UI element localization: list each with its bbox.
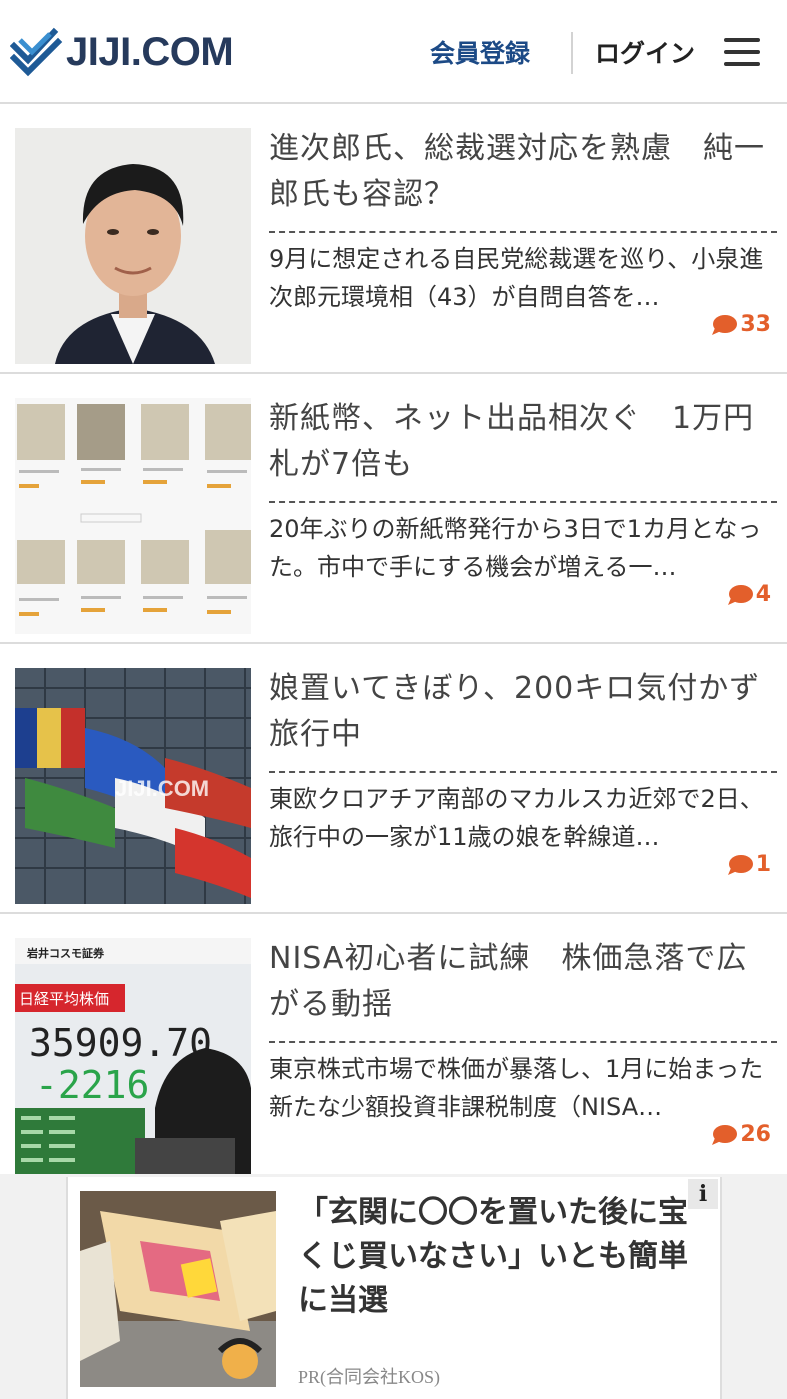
board-index-name: 日経平均株価 xyxy=(19,990,109,1008)
divider xyxy=(269,1041,777,1043)
article-item[interactable]: JIJI.COM 娘置いてきぼり、200キロ気付かず 旅行中 東欧クロアチア南部… xyxy=(0,644,787,914)
ad-headline[interactable]: 「玄関に〇〇を置いた後に宝くじ買いなさい」いとも簡単に当選 xyxy=(298,1191,708,1323)
header-divider xyxy=(571,32,573,74)
comment-count-value: 1 xyxy=(755,852,771,877)
ad-sponsor-label: PR(合同会社KOS) xyxy=(298,1367,441,1387)
article-title[interactable]: 娘置いてきぼり、200キロ気付かず 旅行中 xyxy=(269,666,787,758)
article-title[interactable]: 進次郎氏、総裁選対応を熟慮 純一郎氏も容認？ xyxy=(269,126,769,218)
sponsored-ad[interactable]: 「玄関に〇〇を置いた後に宝くじ買いなさい」いとも簡単に当選 PR(合同会社KOS… xyxy=(66,1177,722,1399)
site-logo[interactable]: JIJI.COM xyxy=(10,22,234,82)
divider xyxy=(269,771,777,773)
comment-count[interactable]: 26 xyxy=(711,1122,771,1147)
article-item[interactable]: 進次郎氏、総裁選対応を熟慮 純一郎氏も容認？ 9月に想定される自民党総裁選を巡り… xyxy=(0,104,787,374)
board-change: -2216 xyxy=(35,1063,149,1107)
lottery-tickets-photo-icon xyxy=(80,1191,276,1387)
portrait-photo-icon xyxy=(15,128,251,364)
site-header: JIJI.COM 会員登録 ログイン xyxy=(0,0,787,104)
divider xyxy=(269,231,777,233)
eu-flags-photo-icon: JIJI.COM xyxy=(15,668,251,904)
comment-count[interactable]: 1 xyxy=(727,852,771,877)
article-thumbnail[interactable]: JIJI.COM xyxy=(15,668,251,904)
register-link[interactable]: 会員登録 xyxy=(430,34,530,70)
article-thumbnail[interactable] xyxy=(15,128,251,364)
comment-count[interactable]: 33 xyxy=(711,312,771,337)
speech-bubble-icon xyxy=(712,314,738,335)
comment-count[interactable]: 4 xyxy=(727,582,771,607)
speech-bubble-icon xyxy=(727,854,753,875)
article-summary[interactable]: 東欧クロアチア南部のマカルスカ近郊で2日、旅行中の一家が11歳の娘を幹線道… xyxy=(269,780,781,856)
jiji-logo-icon xyxy=(10,27,63,77)
article-item[interactable]: 新紙幣、ネット出品相次ぐ 1万円札が7倍も 20年ぶりの新紙幣発行から3日で1カ… xyxy=(0,374,787,644)
article-item[interactable]: 岩井コスモ証券 日経平均株価 35909.70 -2216 NISA初心者に試練… xyxy=(0,914,787,1174)
stock-board-photo-icon: 岩井コスモ証券 日経平均株価 35909.70 -2216 xyxy=(15,938,251,1174)
hamburger-menu-icon[interactable] xyxy=(724,36,762,68)
logo-text: JIJI.COM xyxy=(66,29,234,74)
comment-count-value: 33 xyxy=(740,312,771,337)
login-link[interactable]: ログイン xyxy=(595,34,695,70)
banknote-listings-icon xyxy=(15,398,251,634)
article-title[interactable]: 新紙幣、ネット出品相次ぐ 1万円札が7倍も xyxy=(269,396,769,488)
comment-count-value: 26 xyxy=(740,1122,771,1147)
ad-image[interactable] xyxy=(80,1191,276,1387)
article-title[interactable]: NISA初心者に試練 株価急落で広がる動揺 xyxy=(269,936,769,1028)
comment-count-value: 4 xyxy=(755,582,771,607)
ad-info-icon[interactable]: i xyxy=(688,1179,718,1209)
ad-container: 「玄関に〇〇を置いた後に宝くじ買いなさい」いとも簡単に当選 PR(合同会社KOS… xyxy=(0,1174,787,1399)
article-summary[interactable]: 東京株式市場で株価が暴落し、1月に始まった新たな少額投資非課税制度（NISA… xyxy=(269,1050,781,1126)
speech-bubble-icon xyxy=(712,1124,738,1145)
article-thumbnail[interactable]: 岩井コスモ証券 日経平均株価 35909.70 -2216 xyxy=(15,938,251,1174)
article-summary[interactable]: 20年ぶりの新紙幣発行から3日で1カ月となった。市中で手にする機会が増える一… xyxy=(269,510,781,586)
speech-bubble-icon xyxy=(727,584,753,605)
article-thumbnail[interactable] xyxy=(15,398,251,634)
board-company: 岩井コスモ証券 xyxy=(26,946,105,960)
divider xyxy=(269,501,777,503)
photo-watermark: JIJI.COM xyxy=(115,776,209,801)
article-summary[interactable]: 9月に想定される自民党総裁選を巡り、小泉進次郎元環境相（43）が自問自答を… xyxy=(269,240,781,316)
